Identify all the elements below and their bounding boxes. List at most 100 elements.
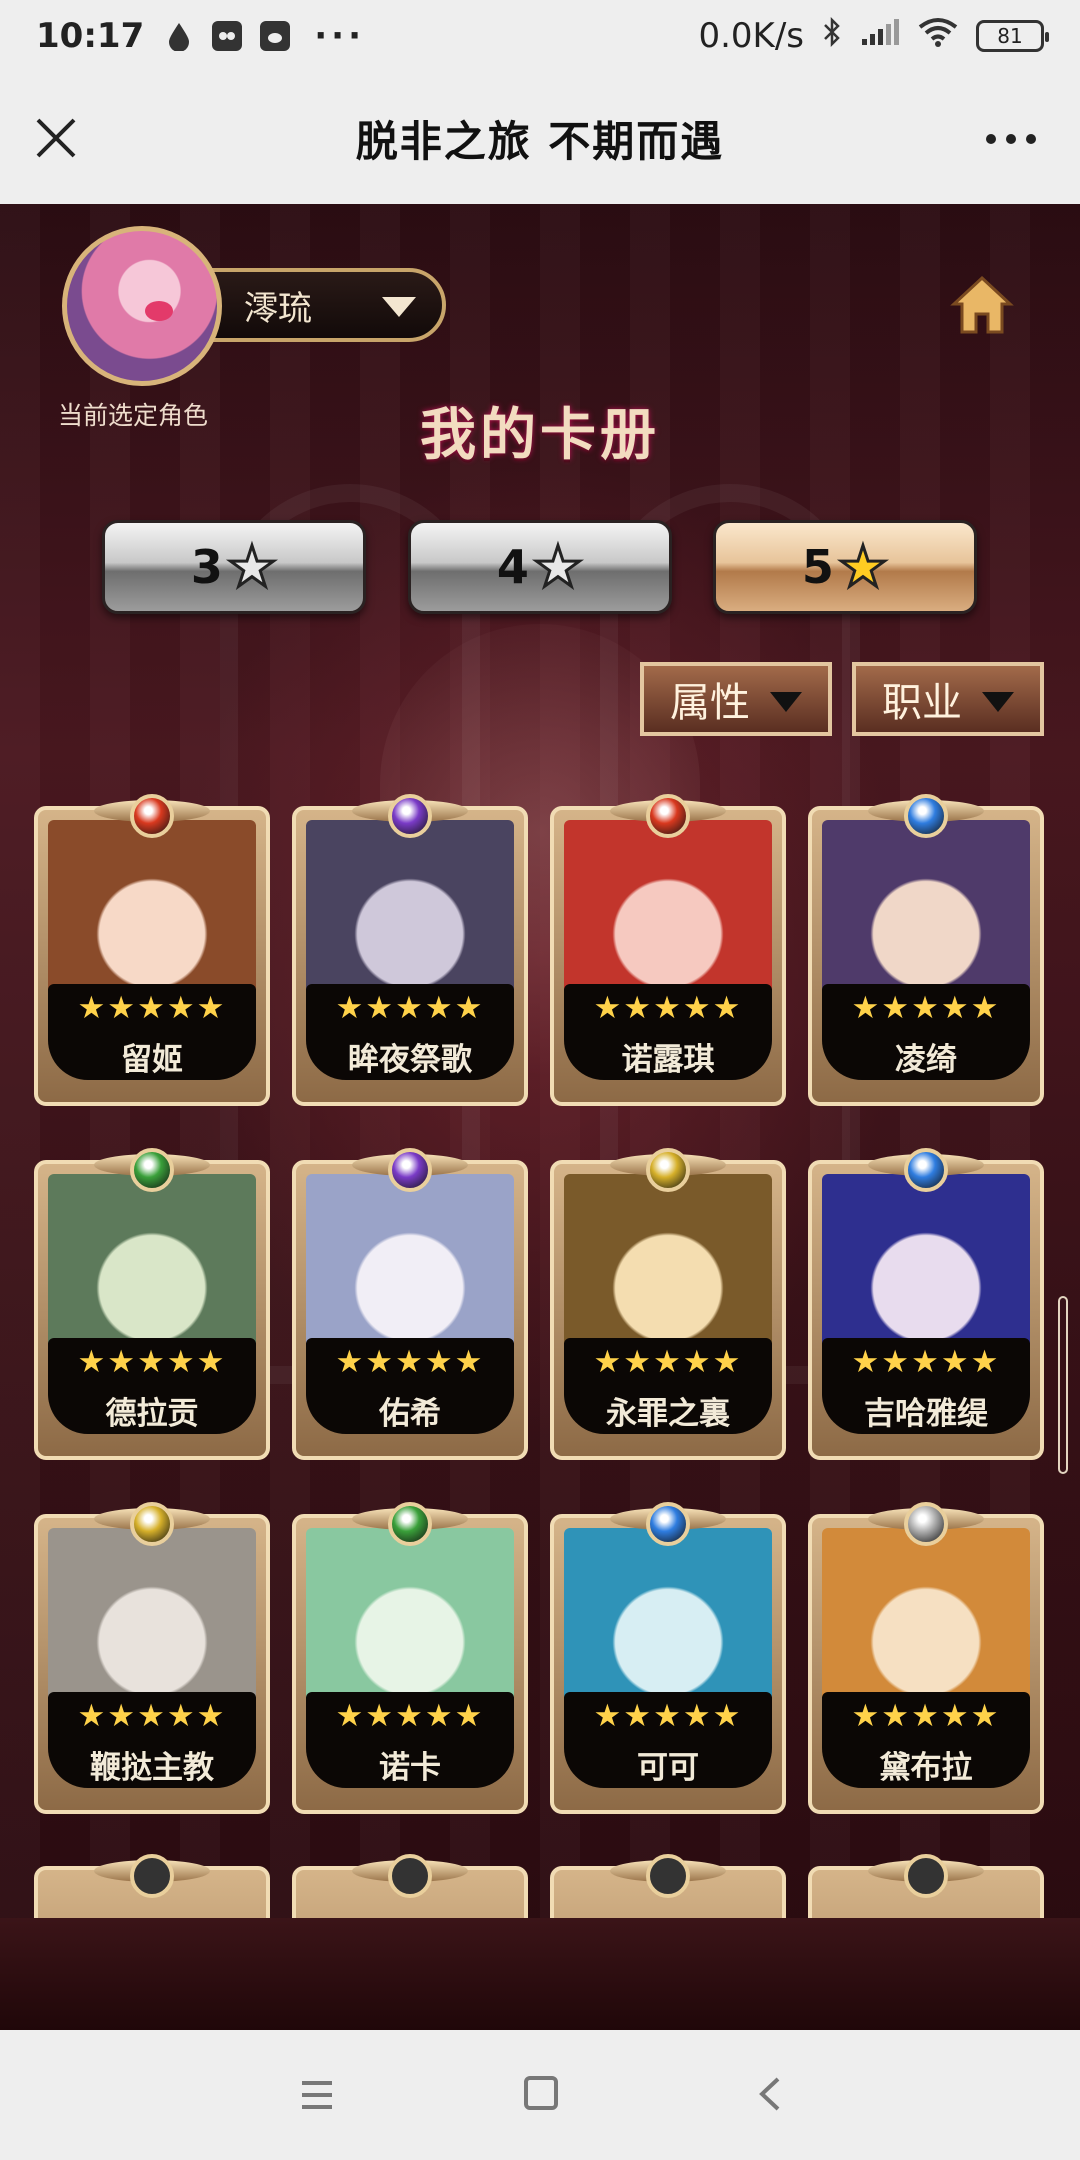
tab-3-star[interactable]: 3 ★ xyxy=(102,520,366,614)
card-stars: ★★★★★ xyxy=(77,990,227,1026)
network-speed: 0.0K/s xyxy=(698,16,804,56)
menu-icon[interactable] xyxy=(300,2080,334,2110)
card-stars: ★★★★★ xyxy=(593,1344,743,1380)
card-stars: ★★★★★ xyxy=(77,1698,227,1734)
scrollbar[interactable] xyxy=(1058,1296,1068,1474)
star-icon: ★ xyxy=(836,533,889,601)
card-album-view: 澪琉 当前选定角色 我的卡册 3 ★ 4 ★ 5 ★ 属性 职业 ★★★★★ 留姬 ★★★… xyxy=(0,204,1080,2030)
card-stars: ★★★★★ xyxy=(851,1698,1001,1734)
character-portrait xyxy=(564,1528,772,1718)
card-stars: ★★★★★ xyxy=(851,1344,1001,1380)
card-stars: ★★★★★ xyxy=(77,1344,227,1380)
star-icon: ★ xyxy=(225,533,278,601)
element-gem-icon xyxy=(904,1854,948,1898)
element-gem-icon xyxy=(130,794,174,838)
character-card[interactable]: ★★★★★ 鞭挞主教 xyxy=(34,1502,270,1814)
character-card[interactable]: ★★★★★ 佑希 xyxy=(292,1148,528,1460)
close-icon[interactable] xyxy=(34,116,78,160)
avatar[interactable] xyxy=(62,226,222,386)
card-name: 留姬 xyxy=(121,1042,183,1078)
character-portrait xyxy=(564,1174,772,1364)
element-gem-icon xyxy=(388,1148,432,1192)
card-stars: ★★★★★ xyxy=(593,1698,743,1734)
title-bar: 脱非之旅 不期而遇 xyxy=(0,72,1080,204)
wifi-icon xyxy=(918,16,958,56)
weibo-icon xyxy=(260,21,291,51)
signal-icon xyxy=(860,16,900,56)
element-gem-icon xyxy=(904,794,948,838)
star-icon: ★ xyxy=(531,533,584,601)
element-gem-icon xyxy=(646,1854,690,1898)
card-name: 佑希 xyxy=(379,1396,441,1432)
character-portrait xyxy=(822,1174,1030,1364)
element-gem-icon xyxy=(130,1148,174,1192)
character-portrait xyxy=(306,1174,514,1364)
element-gem-icon xyxy=(130,1854,174,1898)
character-portrait xyxy=(48,820,256,1010)
attribute-filter-label: 属性 xyxy=(670,680,750,726)
status-bar: 10:17 ··· 0.0K/s 81 xyxy=(0,0,1080,72)
element-gem-icon xyxy=(646,794,690,838)
character-card[interactable]: ★★★★★ 可可 xyxy=(550,1502,786,1814)
character-card[interactable]: ★★★★★ 凌绮 xyxy=(808,794,1044,1106)
back-icon[interactable] xyxy=(756,2076,784,2112)
tab-5-star[interactable]: 5 ★ xyxy=(713,520,977,614)
card-name: 黛布拉 xyxy=(879,1750,973,1786)
character-card[interactable]: ★★★★★ 黛布拉 xyxy=(808,1502,1044,1814)
status-time: 10:17 xyxy=(36,16,145,56)
bluetooth-icon xyxy=(822,16,842,57)
class-filter-label: 职业 xyxy=(882,680,962,726)
character-card[interactable]: ★★★★★ 留姬 xyxy=(34,794,270,1106)
character-card[interactable]: ★★★★★ 永罪之裏 xyxy=(550,1148,786,1460)
page-title: 脱非之旅 不期而遇 xyxy=(355,116,725,166)
card-name: 永罪之裏 xyxy=(606,1396,730,1432)
class-filter[interactable]: 职业 xyxy=(852,662,1044,736)
card-stars: ★★★★★ xyxy=(335,990,485,1026)
character-portrait xyxy=(48,1174,256,1364)
card-name: 鞭挞主教 xyxy=(90,1750,214,1786)
role-selector[interactable]: 澪琉 xyxy=(200,268,446,342)
card-name: 可可 xyxy=(637,1750,699,1786)
tab-4-star[interactable]: 4 ★ xyxy=(408,520,672,614)
tab-label: 4 xyxy=(496,540,529,594)
character-card[interactable]: ★★★★★ 德拉贡 xyxy=(34,1148,270,1460)
character-portrait xyxy=(306,1528,514,1718)
tab-label: 5 xyxy=(801,540,834,594)
element-gem-icon xyxy=(388,1502,432,1546)
card-name: 吉哈雅缇 xyxy=(864,1396,988,1432)
card-name: 诺露琪 xyxy=(621,1042,715,1078)
character-portrait xyxy=(564,820,772,1010)
battery-icon: 81 xyxy=(976,20,1049,52)
card-stars: ★★★★★ xyxy=(335,1698,485,1734)
element-gem-icon xyxy=(646,1502,690,1546)
chevron-down-icon xyxy=(770,692,802,712)
card-stars: ★★★★★ xyxy=(851,990,1001,1026)
attribute-filter[interactable]: 属性 xyxy=(640,662,832,736)
element-gem-icon xyxy=(388,1854,432,1898)
character-portrait xyxy=(822,820,1030,1010)
square-home-icon[interactable] xyxy=(524,2076,558,2110)
character-card[interactable]: ★★★★★ 诺露琪 xyxy=(550,794,786,1106)
character-portrait xyxy=(822,1528,1030,1718)
home-icon[interactable] xyxy=(950,274,1014,336)
more-icon[interactable] xyxy=(986,134,1036,144)
card-name: 德拉贡 xyxy=(105,1396,199,1432)
element-gem-icon xyxy=(904,1502,948,1546)
character-portrait xyxy=(48,1528,256,1718)
element-gem-icon xyxy=(388,794,432,838)
character-card[interactable]: ★★★★★ 吉哈雅缇 xyxy=(808,1148,1044,1460)
card-name: 眸夜祭歌 xyxy=(348,1042,472,1078)
status-more-dots: ··· xyxy=(314,16,365,56)
element-gem-icon xyxy=(130,1502,174,1546)
card-stars: ★★★★★ xyxy=(593,990,743,1026)
navigation-bar xyxy=(0,2030,1080,2160)
character-card[interactable]: ★★★★★ 眸夜祭歌 xyxy=(292,794,528,1106)
card-stars: ★★★★★ xyxy=(335,1344,485,1380)
grid-fade xyxy=(0,1918,1080,2030)
water-drop-icon xyxy=(164,21,194,51)
tab-label: 3 xyxy=(190,540,223,594)
card-name: 凌绮 xyxy=(895,1042,957,1078)
character-card[interactable]: ★★★★★ 诺卡 xyxy=(292,1502,528,1814)
character-portrait xyxy=(306,820,514,1010)
chevron-down-icon xyxy=(982,692,1014,712)
